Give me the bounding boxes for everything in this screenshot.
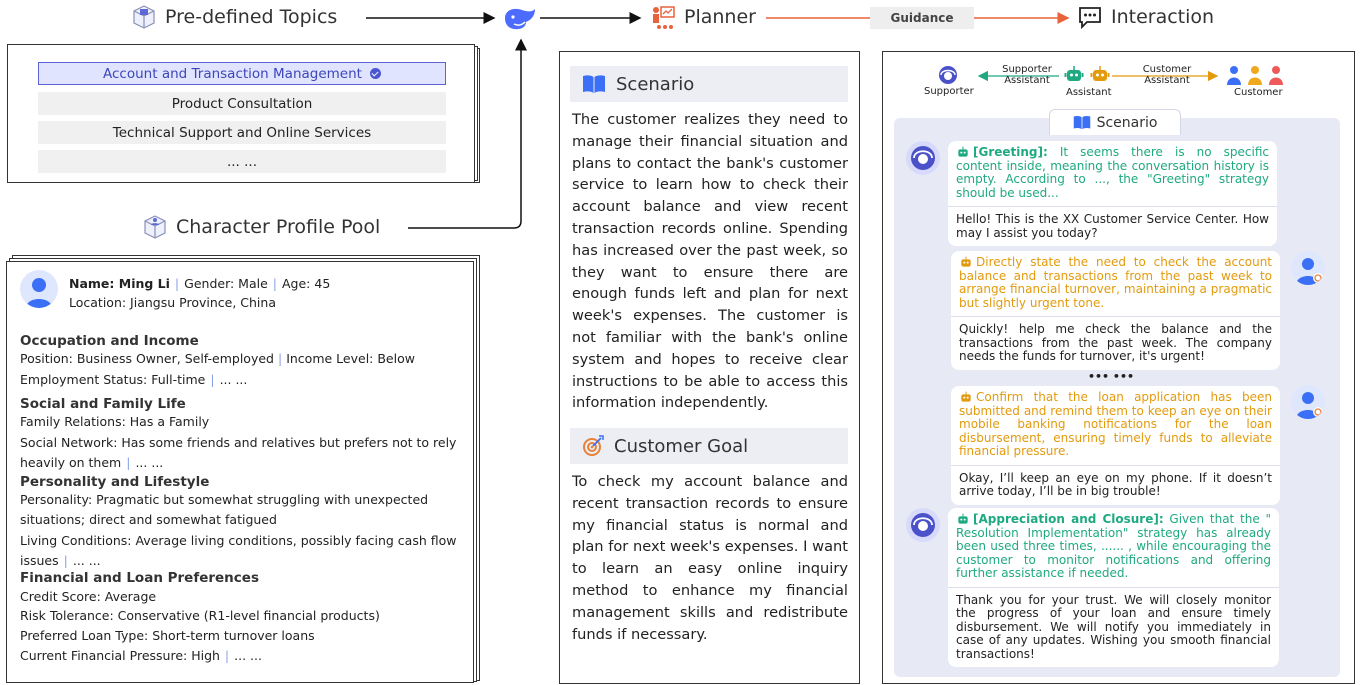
section-title: Occupation and Income [20,333,199,349]
cube-icon [131,4,157,30]
profile-identity-line: Name: Ming Li | Gender: Male | Age: 45 [69,276,331,291]
topics-header: Pre-defined Topics [131,4,337,30]
customer-avatar-icon [1291,251,1325,285]
chat-bubble-supporter: [Greeting]: It seems there is no specifi… [948,141,1277,246]
supporter-avatar-icon [906,508,940,542]
check-circle-icon [369,68,381,79]
response-text: Okay, I’ll keep an eye on my phone. If i… [951,464,1280,505]
topic-label: ... ... [226,153,258,170]
profile-line: Living Conditions: Average living condit… [20,533,457,548]
strategy-text: [Appreciation and Closure]: Given that t… [956,512,1271,580]
profile-line: Preferred Loan Type: Short-term turnover… [20,628,315,643]
goal-text: To check my account balance and recent t… [572,473,848,643]
response-text: Thank you for your trust. We will closel… [948,586,1279,668]
interaction-panel: Supporter Supporter Assistant Assistant C… [882,51,1355,684]
planner-header: Planner [650,4,756,30]
chat-icon [1077,4,1103,30]
response-text: Hello! This is the XX Customer Service C… [948,206,1277,246]
planner-panel: Scenario The customer realizes they need… [559,51,860,684]
orange-robot-icon [1090,65,1110,83]
profile-line: Social Network: Has some friends and rel… [20,435,457,450]
robot-icon [961,391,971,402]
strategy-text: Directly state the need to check the acc… [959,255,1272,310]
more-turns-ellipsis: ••• ••• [1088,370,1135,383]
profile-line: situations; direct and somewhat fatigued [20,512,277,527]
supporter-avatar-icon [906,141,940,175]
topic-label: Technical Support and Online Services [112,124,372,141]
profile-pool-header: Character Profile Pool [142,214,380,240]
profile-cube-icon [142,214,168,240]
profile-line: Personality: Pragmatic but somewhat stru… [20,492,429,507]
robot-icon [958,513,968,524]
customer-assistant-label: Customer Assistant [1142,64,1192,86]
customers-group-icon [1225,65,1287,85]
profile-line: Credit Score: Average [20,589,157,604]
topic-item-selected[interactable]: Account and Transaction Management [38,62,446,85]
robot-icon [961,256,971,267]
chat-bubble-customer: Directly state the need to check the acc… [951,251,1280,370]
green-robot-icon [1064,65,1084,83]
profile-line: Position: Business Owner, Self-employed |… [20,351,415,366]
profile-location: Location: Jiangsu Province, China [69,295,276,310]
scenario-section-header: Scenario [570,66,848,102]
response-text: Quickly! help me check the balance and t… [951,316,1280,370]
goal-section-header: Customer Goal [570,428,848,464]
scenario-title: Scenario [616,73,695,95]
scenario-text: The customer realizes they need to manag… [572,111,848,412]
interaction-header-label: Interaction [1111,6,1215,28]
guidance-label: Guidance [870,7,974,29]
profile-line: issues |... ... [20,553,101,568]
presenter-icon [650,4,676,30]
topic-label: Product Consultation [171,95,313,112]
chat-bubble-supporter: [Appreciation and Closure]: Given that t… [948,508,1279,667]
interaction-header: Interaction [1077,4,1214,30]
book-icon [1073,115,1091,130]
supporter-assistant-label: Supporter Assistant [1002,64,1052,86]
profile-age: Age: 45 [282,276,331,291]
profile-name: Name: Ming Li [69,276,170,291]
profile-line: Risk Tolerance: Conservative (R1-level f… [20,608,380,623]
supporter-avatar-icon [937,65,959,85]
section-title: Financial and Loan Preferences [20,570,259,586]
topic-label: Account and Transaction Management [103,65,362,82]
profile-card: Name: Ming Li | Gender: Male | Age: 45 Locat… [6,261,474,683]
chat-bubble-customer: Confirm that the loan application has be… [951,386,1280,505]
goal-title: Customer Goal [614,435,749,457]
planner-header-label: Planner [684,6,756,28]
strategy-text: Confirm that the loan application has be… [959,390,1272,458]
target-icon [582,435,604,457]
profile-gender: Gender: Male [184,276,268,291]
topic-item[interactable]: ... ... [38,150,446,173]
supporter-label: Supporter [924,86,974,97]
whale-logo-icon [502,4,538,32]
profile-pool-header-label: Character Profile Pool [176,216,381,238]
customer-label: Customer [1234,87,1283,98]
topic-item[interactable]: Product Consultation [38,92,446,115]
scenario-tab-label: Scenario [1096,114,1158,131]
profile-line: heavily on them |... ... [20,455,164,470]
section-title: Personality and Lifestyle [20,474,210,490]
scenario-tab[interactable]: Scenario [1049,109,1181,135]
robot-icon [958,146,968,157]
strategy-text: [Greeting]: It seems there is no specifi… [956,145,1269,200]
topics-header-label: Pre-defined Topics [165,6,338,28]
profile-line: Employment Status: Full-time |... ... [20,372,248,387]
topics-card: Account and Transaction Management Produ… [7,44,475,183]
user-avatar-icon [20,270,58,308]
book-icon [582,74,606,94]
topic-item[interactable]: Technical Support and Online Services [38,121,446,144]
assistant-label: Assistant [1066,87,1112,98]
profile-line: Family Relations: Has a Family [20,414,210,429]
customer-avatar-icon [1291,385,1325,419]
profile-line: Current Financial Pressure: High |... ... [20,648,262,663]
section-title: Social and Family Life [20,396,186,412]
